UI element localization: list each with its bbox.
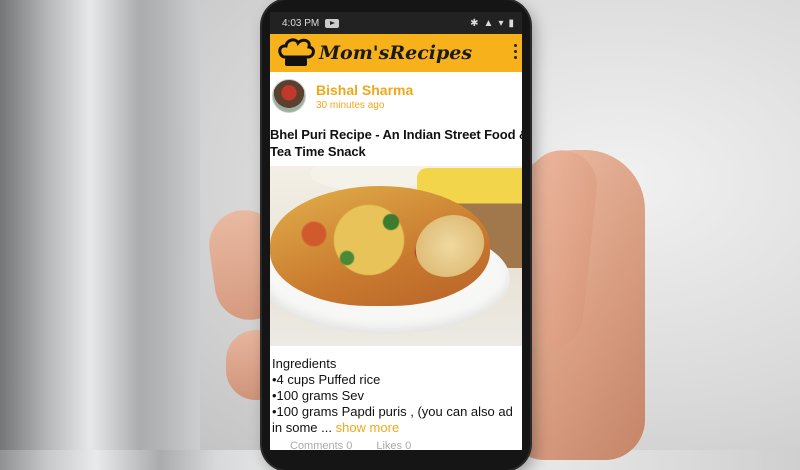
chef-hat-icon bbox=[276, 37, 316, 69]
show-more-link[interactable]: show more bbox=[336, 420, 400, 435]
signal-icon: ▲ bbox=[483, 17, 494, 29]
status-bar: 4:03 PM ✱ ▲ ▾ ▮ bbox=[270, 12, 522, 34]
post-author[interactable]: Bishal Sharma 30 minutes ago bbox=[270, 72, 522, 114]
phone-screen: 4:03 PM ✱ ▲ ▾ ▮ Mom'sRecipes Bishal Shar… bbox=[270, 12, 522, 450]
ingredient-line: •100 grams Sev bbox=[272, 388, 364, 403]
wifi-icon: ▾ bbox=[498, 17, 504, 29]
likes-button[interactable]: Likes 0 bbox=[376, 440, 411, 452]
post-timestamp: 30 minutes ago bbox=[316, 99, 385, 111]
bluetooth-icon: ✱ bbox=[470, 17, 479, 29]
post-title-line-2: Tea Time Snack bbox=[270, 144, 366, 159]
avatar[interactable] bbox=[272, 79, 306, 113]
post-title-line-1: Bhel Puri Recipe - An Indian Street Food… bbox=[270, 127, 522, 142]
post-footer: Comments 0 Likes 0 bbox=[270, 440, 522, 452]
post-title[interactable]: Bhel Puri Recipe - An Indian Street Food… bbox=[270, 114, 522, 160]
youtube-icon bbox=[325, 18, 340, 28]
ingredient-line: in some ... bbox=[272, 420, 332, 435]
ingredient-line-last: in some ... show more bbox=[272, 420, 520, 436]
comments-button[interactable]: Comments 0 bbox=[290, 440, 352, 452]
ingredient-line: •4 cups Puffed rice bbox=[272, 372, 381, 387]
ingredients-section: Ingredients •4 cups Puffed rice •100 gra… bbox=[270, 346, 522, 436]
background-pillar bbox=[0, 0, 200, 450]
ingredient-line: •100 grams Papdi puris , (you can also a… bbox=[272, 404, 513, 419]
battery-icon: ▮ bbox=[508, 17, 514, 29]
status-icons: ✱ ▲ ▾ ▮ bbox=[470, 18, 514, 29]
ingredients-heading: Ingredients bbox=[272, 356, 337, 371]
app-title: Mom'sRecipes bbox=[319, 42, 473, 64]
status-time: 4:03 PM bbox=[282, 17, 320, 29]
recipe-image[interactable] bbox=[270, 166, 522, 346]
app-bar: Mom'sRecipes bbox=[270, 34, 522, 72]
overflow-menu-icon[interactable] bbox=[514, 44, 518, 59]
author-name[interactable]: Bishal Sharma bbox=[316, 82, 413, 98]
